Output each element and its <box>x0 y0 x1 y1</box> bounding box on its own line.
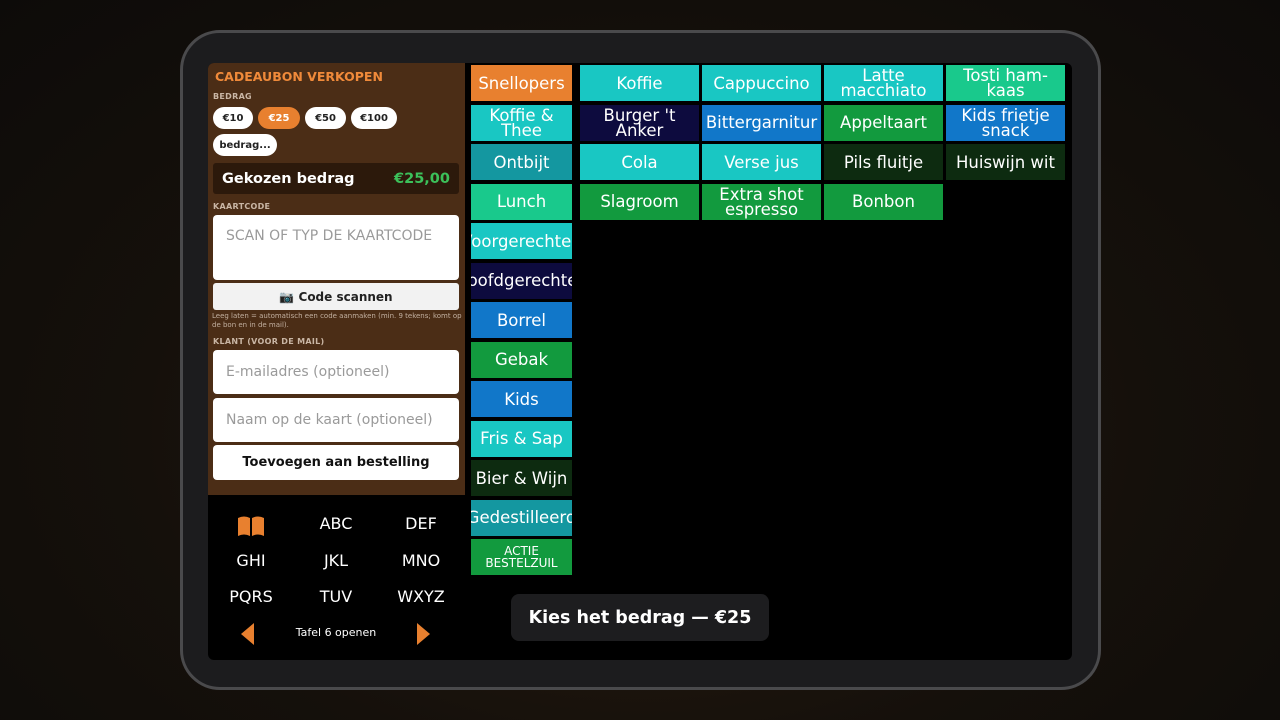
custom-amount-button[interactable]: bedrag... <box>213 134 277 156</box>
category-button[interactable]: Voorgerechten <box>471 223 572 259</box>
key-abc[interactable]: ABC <box>320 514 353 533</box>
category-button[interactable]: Borrel <box>471 302 572 338</box>
product-button[interactable]: Pils fluitje <box>824 144 943 180</box>
product-button[interactable]: Slagroom <box>580 183 699 220</box>
category-button[interactable]: ACTIE BESTELZUIL <box>471 539 572 575</box>
product-button[interactable]: Huiswijn wit <box>946 144 1065 180</box>
key-mno[interactable]: MNO <box>402 551 440 570</box>
category-button[interactable]: Koffie & Thee <box>471 104 572 141</box>
amount-25-button[interactable]: €25 <box>258 107 300 129</box>
panel-title: CADEAUBON VERKOPEN <box>215 69 383 84</box>
key-ghi[interactable]: GHI <box>236 551 265 570</box>
product-button[interactable]: Koffie <box>580 65 699 101</box>
scan-code-button[interactable]: 📷 Code scannen <box>213 283 459 310</box>
card-code-label: KAARTCODE <box>213 202 271 211</box>
product-button[interactable]: Latte macchiato <box>824 65 943 101</box>
product-button[interactable]: Tosti ham-kaas <box>946 65 1065 101</box>
amount-100-button[interactable]: €100 <box>351 107 397 129</box>
email-input[interactable]: E-mailadres (optioneel) <box>213 350 459 394</box>
category-button[interactable]: Kids <box>471 381 572 417</box>
previous-arrow-icon[interactable] <box>241 623 254 645</box>
product-button[interactable]: Kids frietje snack <box>946 104 1065 141</box>
category-button[interactable]: Hoofdgerechten <box>471 262 572 299</box>
book-icon[interactable] <box>236 515 266 537</box>
amount-label: BEDRAG <box>213 92 252 101</box>
key-pqrs[interactable]: PQRS <box>229 587 273 606</box>
open-table-text[interactable]: Tafel 6 openen <box>296 626 377 639</box>
category-button[interactable]: Snellopers <box>471 65 572 101</box>
product-button[interactable]: Appeltaart <box>824 104 943 141</box>
amount-50-button[interactable]: €50 <box>305 107 346 129</box>
category-button[interactable]: Bier & Wijn <box>471 460 572 496</box>
product-button[interactable]: Bonbon <box>824 183 943 220</box>
card-code-input[interactable]: SCAN OF TYP DE KAARTCODE <box>213 215 459 280</box>
chosen-amount-value: €25,00 <box>394 170 450 187</box>
category-button[interactable]: Lunch <box>471 183 572 220</box>
product-button[interactable]: Verse jus <box>702 144 821 180</box>
key-wxyz[interactable]: WXYZ <box>397 587 445 606</box>
pos-screen: CADEAUBON VERKOPEN BEDRAG €10 €25 €50 €1… <box>208 63 1072 660</box>
category-button[interactable]: Gebak <box>471 341 572 378</box>
category-button[interactable]: Fris & Sap <box>471 420 572 457</box>
product-button[interactable]: Extra shot espresso <box>702 183 821 220</box>
key-def[interactable]: DEF <box>405 514 437 533</box>
key-jkl[interactable]: JKL <box>324 551 348 570</box>
customer-label: KLANT (VOOR DE MAIL) <box>213 337 325 346</box>
giftcard-panel: CADEAUBON VERKOPEN BEDRAG €10 €25 €50 €1… <box>208 63 465 495</box>
code-hint: Leeg laten = automatisch een code aanmak… <box>212 312 462 329</box>
amount-10-button[interactable]: €10 <box>213 107 253 129</box>
category-button[interactable]: Ontbijt <box>471 144 572 180</box>
chosen-amount-label: Gekozen bedrag <box>222 170 355 187</box>
key-tuv[interactable]: TUV <box>320 587 352 606</box>
add-to-order-button[interactable]: Toevoegen aan bestelling <box>213 445 459 480</box>
chosen-amount: Gekozen bedrag €25,00 <box>213 163 459 194</box>
product-button[interactable]: Cola <box>580 144 699 180</box>
status-toast: Kies het bedrag — €25 <box>511 594 769 641</box>
next-arrow-icon[interactable] <box>417 623 430 645</box>
product-button[interactable]: Burger 't Anker <box>580 104 699 141</box>
product-button[interactable]: Bittergarnitur <box>702 104 821 141</box>
product-button[interactable]: Cappuccino <box>702 65 821 101</box>
card-name-input[interactable]: Naam op de kaart (optioneel) <box>213 398 459 442</box>
category-button[interactable]: Gedestilleerd <box>471 499 572 536</box>
